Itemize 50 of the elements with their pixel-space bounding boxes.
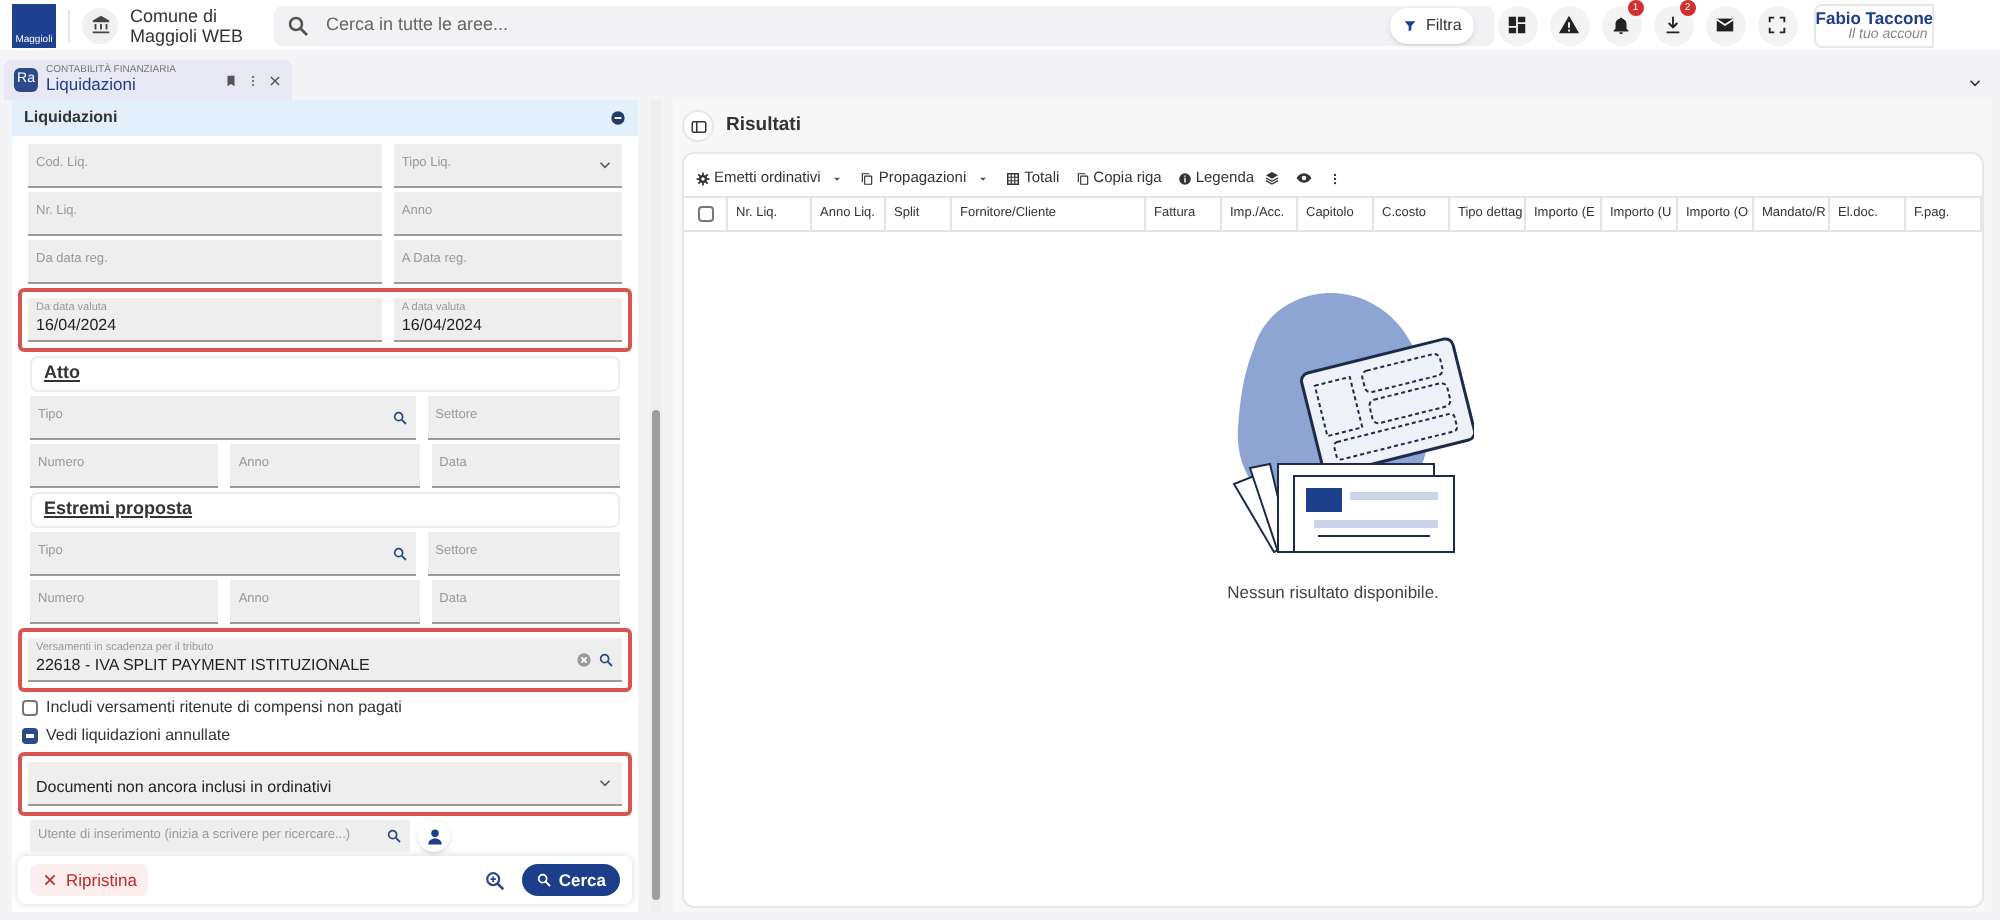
section-title: Estremi proposta: [44, 496, 193, 523]
scrollbar-thumb[interactable]: [652, 410, 661, 900]
tab-title: Liquidazioni: [46, 76, 138, 94]
select-field[interactable]: Documenti non ancora inclusi in ordinativi: [28, 762, 623, 806]
checkbox-label: Vedi liquidazioni annullate: [46, 724, 231, 748]
search-button[interactable]: Cerca: [522, 864, 621, 896]
search-icon: [536, 872, 553, 888]
checkbox[interactable]: [22, 728, 38, 744]
fullscreen-icon: [1766, 14, 1789, 36]
mail-icon: [1714, 14, 1737, 36]
bank-icon: [89, 14, 111, 36]
empty-message: Nessun risultato disponibile.: [1227, 580, 1439, 606]
layers-icon[interactable]: [1264, 170, 1281, 186]
select-all-checkbox[interactable]: [697, 206, 713, 222]
bell-icon: [1610, 14, 1633, 36]
funnel-icon: [1402, 17, 1418, 33]
fullscreen-button[interactable]: [1757, 5, 1798, 45]
copy-icon: [1075, 171, 1090, 185]
gear-icon: [696, 171, 710, 185]
collapse-icon[interactable]: [610, 110, 627, 126]
grid-icon: [1006, 171, 1021, 185]
warning-button[interactable]: [1549, 5, 1590, 45]
dashboard-button[interactable]: [1497, 5, 1538, 45]
copy-icon: [860, 171, 875, 185]
search-icon: [391, 545, 408, 561]
panel-toggle-button[interactable]: [682, 110, 714, 142]
user-button[interactable]: [418, 820, 450, 852]
checkbox[interactable]: [22, 700, 38, 716]
download-icon: [1662, 14, 1685, 36]
close-icon[interactable]: [268, 73, 282, 87]
search-icon: [286, 13, 310, 37]
reset-button[interactable]: Ripristina: [30, 864, 149, 896]
results-title: Risultati: [726, 111, 801, 140]
section-title: Atto: [44, 360, 80, 387]
warning-icon: [1558, 14, 1581, 36]
close-icon: [42, 872, 58, 888]
info-icon: [1177, 171, 1192, 185]
panel-title: Liquidazioni: [24, 106, 118, 130]
dashboard-icon: [1506, 14, 1529, 36]
search-icon: [391, 409, 408, 425]
mail-button[interactable]: [1705, 5, 1746, 45]
eye-icon[interactable]: [1296, 170, 1313, 186]
panel-icon: [689, 117, 707, 135]
bookmark-icon[interactable]: [224, 73, 238, 87]
checkbox-label: Includi versamenti ritenute di compensi non pagati: [46, 696, 402, 720]
search-icon[interactable]: [598, 651, 615, 667]
zoom-icon[interactable]: [484, 869, 507, 891]
app-name: Comune di Maggioli WEB: [130, 5, 246, 45]
search-icon: [386, 828, 402, 844]
person-icon: [425, 827, 443, 845]
